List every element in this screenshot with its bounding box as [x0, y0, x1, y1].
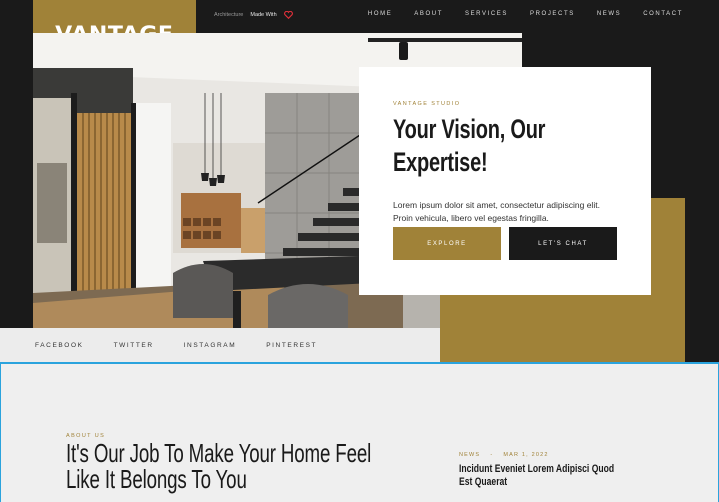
top-meta-left: Architecture	[214, 12, 244, 18]
top-meta: Architecture Made With	[214, 11, 293, 19]
news-separator: -	[490, 452, 494, 458]
top-meta-right: Made With	[250, 12, 277, 18]
about-title: It's Our Job To Make Your Home Feel Like…	[66, 438, 372, 494]
about-section: ABOUT US It's Our Job To Make Your Home …	[0, 362, 719, 502]
nav-home[interactable]: HOME	[368, 11, 392, 17]
news-title[interactable]: Incidunt Eveniet Lorem Adipisci Quod Est…	[459, 463, 623, 489]
news-date: MAR 1, 2022	[503, 452, 549, 458]
hero-title: Your Vision, Our Expertise!	[393, 114, 546, 177]
nav-contact[interactable]: CONTACT	[643, 11, 683, 17]
hero-section: VANTAGE Architecture Made With HOME ABOU…	[0, 0, 719, 362]
heart-icon	[283, 11, 293, 19]
nav-services[interactable]: SERVICES	[465, 11, 508, 17]
social-pinterest[interactable]: PINTEREST	[266, 342, 317, 349]
news-category[interactable]: NEWS	[459, 452, 480, 458]
nav-news[interactable]: NEWS	[597, 11, 621, 17]
social-facebook[interactable]: FACEBOOK	[35, 342, 84, 349]
hero-buttons: EXPLORE LET'S CHAT	[393, 227, 617, 260]
nav-about[interactable]: ABOUT	[414, 11, 443, 17]
nav-projects[interactable]: PROJECTS	[530, 11, 575, 17]
explore-button[interactable]: EXPLORE	[393, 227, 501, 260]
social-instagram[interactable]: INSTAGRAM	[184, 342, 237, 349]
main-nav: HOME ABOUT SERVICES PROJECTS NEWS CONTAC…	[368, 11, 683, 17]
lets-chat-button[interactable]: LET'S CHAT	[509, 227, 617, 260]
hero-body: Lorem ipsum dolor sit amet, consectetur …	[393, 200, 600, 223]
hero-eyebrow: VANTAGE STUDIO	[393, 101, 461, 107]
social-twitter[interactable]: TWITTER	[114, 342, 154, 349]
social-links: FACEBOOK TWITTER INSTAGRAM PINTEREST	[0, 328, 440, 362]
hero-card: VANTAGE STUDIO Your Vision, Our Expertis…	[359, 67, 651, 295]
news-meta: NEWS - MAR 1, 2022	[459, 452, 549, 458]
